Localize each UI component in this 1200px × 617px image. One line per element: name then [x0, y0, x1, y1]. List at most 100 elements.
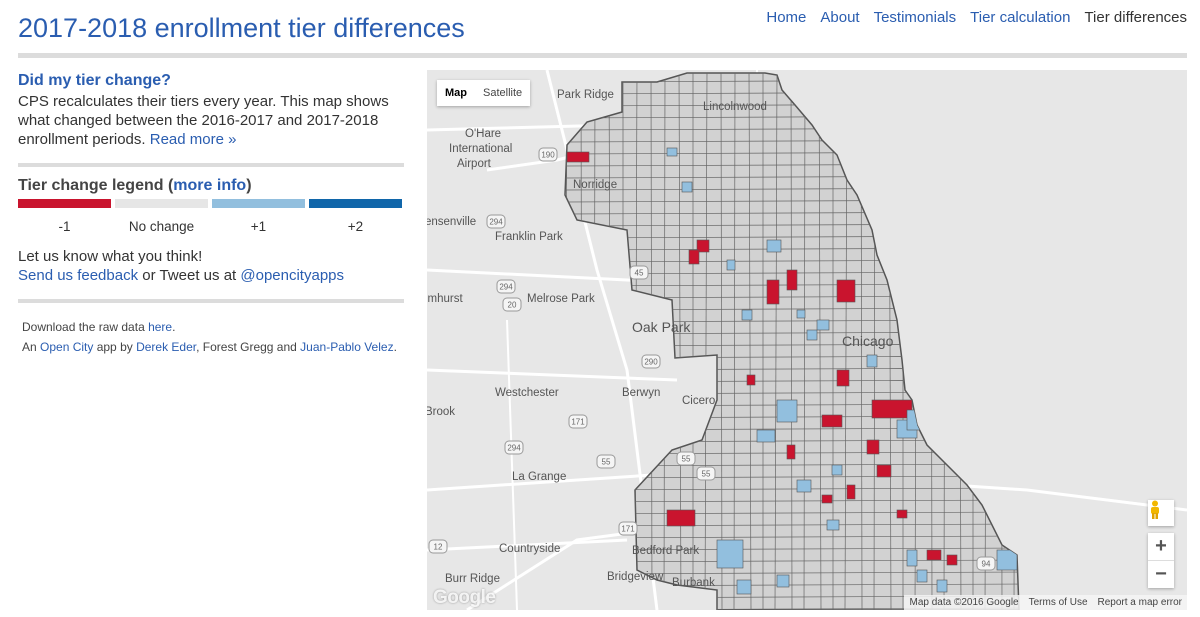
legend-label: -1	[58, 219, 71, 234]
nav-about[interactable]: About	[820, 9, 859, 26]
tract	[776, 399, 798, 423]
header-divider	[18, 53, 1187, 58]
legend-swatch	[115, 199, 208, 208]
place-label: ensenville	[427, 216, 476, 228]
legend-title-text: Tier change legend (	[18, 177, 174, 194]
feedback-links: Send us feedback or Tweet us at @opencit…	[18, 266, 404, 285]
map-type-control: Map Satellite	[437, 80, 531, 106]
report-map-error-link[interactable]: Report a map error	[1093, 595, 1187, 610]
tract	[836, 144, 846, 156]
download-link[interactable]: here	[148, 320, 172, 334]
legend-swatch	[309, 199, 402, 208]
place-label: La Grange	[512, 471, 566, 483]
map[interactable]: Park Ridge Lincolnwood O'Hare International…	[427, 70, 1187, 610]
more-info-link[interactable]: more info	[173, 177, 246, 194]
nav-tier-differences[interactable]: Tier differences	[1084, 9, 1187, 26]
nav-home[interactable]: Home	[766, 9, 806, 26]
legend-swatch	[18, 199, 111, 208]
tract	[756, 429, 776, 443]
road-number: 12	[434, 543, 443, 552]
author-mid: , Forest Gregg and	[196, 340, 301, 354]
feedback: Let us know what you think! Send us feed…	[18, 247, 404, 285]
tract	[826, 519, 840, 531]
read-more-link[interactable]: Read more »	[150, 131, 237, 148]
terms-of-use-link[interactable]: Terms of Use	[1024, 595, 1093, 610]
place-label: International	[449, 143, 512, 155]
nav-tier-calculation[interactable]: Tier calculation	[970, 9, 1070, 26]
place-label: Cicero	[682, 395, 715, 407]
tract	[876, 464, 892, 478]
credits: Download the raw data here. An Open City…	[22, 317, 404, 357]
tract	[796, 479, 812, 493]
zoom-in-button[interactable]: +	[1148, 533, 1174, 560]
derek-eder-link[interactable]: Derek Eder	[136, 340, 196, 354]
road-shield-icon: 45	[629, 265, 649, 280]
tract	[796, 79, 808, 93]
road-number: 294	[507, 444, 521, 453]
author-app-by: app by	[93, 340, 137, 354]
place-label: Lincolnwood	[703, 101, 767, 113]
tract	[688, 249, 700, 265]
place-label: Westchester	[495, 387, 559, 399]
tract	[566, 151, 590, 163]
road-shield-icon: 55	[596, 454, 616, 469]
send-feedback-link[interactable]: Send us feedback	[18, 267, 138, 284]
twitter-link[interactable]: @opencityapps	[240, 267, 344, 284]
download-end: .	[172, 320, 176, 334]
road-number: 94	[982, 560, 991, 569]
legend-item-plus1: +1	[212, 199, 305, 234]
road-shield-icon: 171	[618, 521, 638, 536]
legend-title: Tier change legend (more info)	[18, 177, 404, 195]
map-type-satellite-button[interactable]: Satellite	[475, 80, 530, 106]
map-type-map-button[interactable]: Map	[437, 80, 475, 106]
tract	[716, 539, 744, 569]
road-number: 55	[602, 458, 611, 467]
tract	[821, 89, 831, 101]
legend-item-plus2: +2	[309, 199, 402, 234]
place-label: Berwyn	[622, 387, 660, 399]
map-data-credit: Map data ©2016 Google	[909, 597, 1019, 608]
legend-label: +1	[250, 219, 267, 234]
road-number: 45	[635, 269, 644, 278]
place-label: Countryside	[499, 543, 560, 555]
place-label: Oak Park	[632, 319, 691, 335]
pegman-icon	[1151, 500, 1159, 519]
tract	[746, 374, 756, 386]
tract	[936, 579, 948, 593]
road-number: 294	[499, 283, 513, 292]
author-line: An Open City app by Derek Eder, Forest G…	[22, 337, 404, 357]
tract	[926, 549, 942, 561]
street-view-pegman-icon[interactable]	[1148, 500, 1174, 526]
tract	[906, 409, 922, 431]
tract	[896, 509, 908, 519]
divider	[18, 299, 404, 303]
tract	[681, 181, 693, 193]
place-label: O'Hare	[465, 128, 501, 140]
road-number: 294	[489, 218, 503, 227]
nav-testimonials[interactable]: Testimonials	[874, 9, 957, 26]
sidebar: Did my tier change? CPS recalculates the…	[18, 72, 404, 357]
place-label: Park Ridge	[557, 89, 614, 101]
map-canvas[interactable]: Park Ridge Lincolnwood O'Hare International…	[427, 70, 1187, 610]
intro-heading: Did my tier change?	[18, 72, 171, 89]
tier-legend: -1 No change +1 +2	[18, 199, 404, 234]
divider	[18, 163, 404, 167]
legend-item-no-change: No change	[115, 199, 208, 234]
open-city-link[interactable]: Open City	[40, 340, 93, 354]
tract	[866, 354, 878, 368]
tract	[996, 549, 1018, 571]
tract	[741, 309, 753, 321]
zoom-out-button[interactable]: −	[1148, 561, 1174, 588]
road-shield-icon: 94	[976, 556, 996, 571]
tract	[831, 119, 843, 135]
place-label: Bridgeview	[607, 571, 664, 583]
place-label: Burr Ridge	[445, 573, 500, 585]
tract	[816, 319, 830, 331]
place-label: lmhurst	[427, 293, 464, 305]
road-shield-icon: 55	[696, 466, 716, 481]
tract	[736, 579, 752, 595]
zoom-control: + −	[1148, 533, 1174, 588]
juan-pablo-link[interactable]: Juan-Pablo Velez	[300, 340, 393, 354]
tract	[796, 309, 806, 319]
road-shield-icon: 290	[641, 354, 661, 369]
